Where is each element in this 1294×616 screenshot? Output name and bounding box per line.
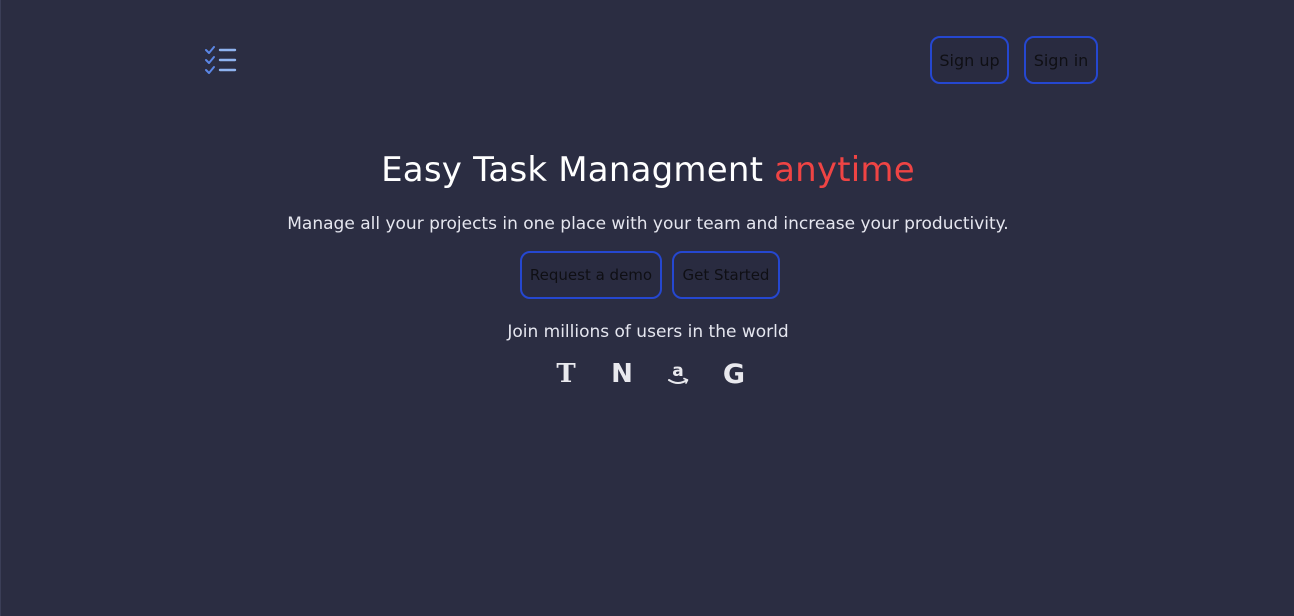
new-york-times-icon: T: [556, 359, 576, 389]
checklist-icon[interactable]: [204, 46, 238, 76]
hero-title: Easy Task Managment anytime: [1, 150, 1294, 190]
hero-title-main: Easy Task Managment: [381, 150, 764, 190]
top-navbar: Sign up Sign in: [1, 0, 1294, 120]
amazon-logo-shape: a: [668, 361, 689, 384]
sign-in-button[interactable]: Sign in: [1024, 36, 1098, 84]
social-proof-caption: Join millions of users in the world: [507, 322, 789, 342]
sign-up-button[interactable]: Sign up: [930, 36, 1009, 84]
google-icon: G: [722, 358, 746, 390]
svg-text:a: a: [672, 361, 683, 381]
get-started-button[interactable]: Get Started: [672, 251, 780, 299]
hero-subtitle: Manage all your projects in one place wi…: [287, 214, 1009, 234]
hero-title-accent: anytime: [774, 150, 915, 190]
amazon-icon: a: [664, 360, 692, 388]
request-demo-button[interactable]: Request a demo: [520, 251, 662, 299]
netflix-icon: N: [611, 359, 633, 389]
